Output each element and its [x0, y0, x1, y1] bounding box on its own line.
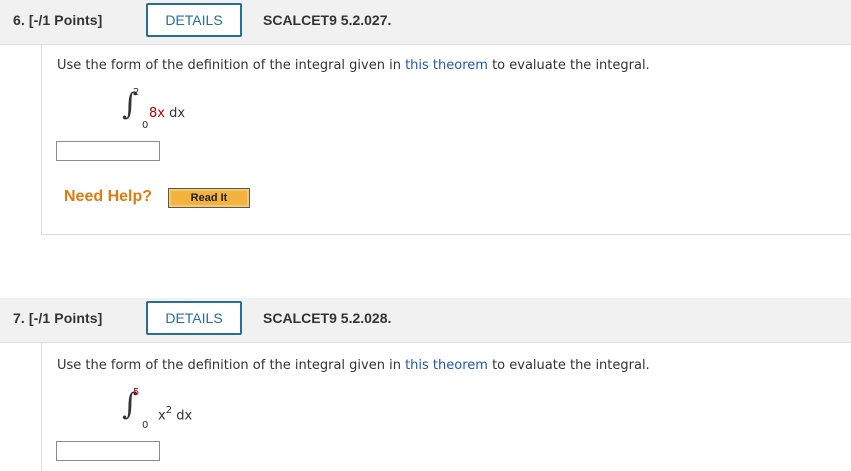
question-6-details-button[interactable]: DETAILS [146, 3, 242, 37]
question-6-body: Use the form of the definition of the in… [41, 44, 851, 235]
integral-upper-limit: 2 [133, 87, 140, 98]
question-7-reference: SCALCET9 5.2.028. [263, 310, 392, 326]
integral-lower-limit: 0 [142, 120, 149, 131]
question-6-number: 6. [-/1 Points] [13, 12, 103, 28]
this-theorem-link[interactable]: this theorem [405, 58, 488, 73]
integrand: 8x dx [149, 106, 186, 121]
question-7-number: 7. [-/1 Points] [13, 310, 103, 326]
question-7-answer-input[interactable] [56, 441, 160, 461]
integral-upper-limit: 5 [133, 387, 140, 398]
question-6-reference: SCALCET9 5.2.027. [263, 12, 392, 28]
question-7-body: Use the form of the definition of the in… [41, 342, 851, 471]
question-6-prompt: Use the form of the definition of the in… [57, 58, 650, 73]
need-help-label: Need Help? [64, 188, 153, 205]
question-7-prompt: Use the form of the definition of the in… [57, 358, 650, 373]
integrand: x2 dx [158, 405, 193, 424]
read-it-button[interactable]: Read It [168, 188, 250, 208]
this-theorem-link[interactable]: this theorem [405, 358, 488, 373]
question-7-header: 7. [-/1 Points] DETAILS SCALCET9 5.2.028… [0, 298, 851, 343]
question-6-answer-input[interactable] [56, 141, 160, 161]
question-7-details-button[interactable]: DETAILS [146, 301, 242, 335]
question-6-header: 6. [-/1 Points] DETAILS SCALCET9 5.2.027… [0, 0, 851, 45]
integral-lower-limit: 0 [142, 420, 149, 431]
